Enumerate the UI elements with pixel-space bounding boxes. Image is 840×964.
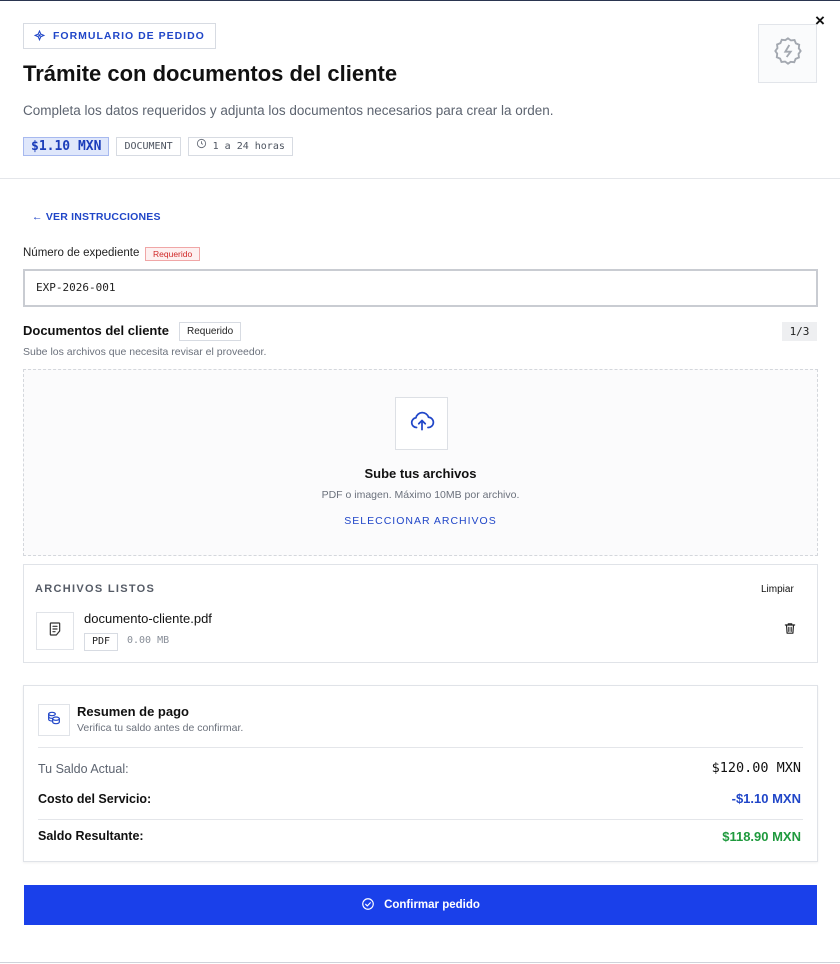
clear-files-button[interactable]: Limpiar — [761, 584, 794, 595]
service-cost-label: Costo del Servicio: — [38, 792, 152, 806]
current-balance-label: Tu Saldo Actual: — [38, 762, 129, 776]
documents-section-title: Documentos del cliente — [23, 323, 169, 338]
file-name: documento-cliente.pdf — [84, 611, 212, 626]
check-circle-icon — [361, 897, 375, 914]
current-balance-value: $120.00 MXN — [711, 760, 801, 776]
confirm-order-label: Confirmar pedido — [384, 899, 480, 911]
close-button[interactable]: × — [812, 12, 828, 30]
form-type-badge: FORMULARIO DE PEDIDO — [23, 23, 216, 49]
file-type-badge: PDF — [84, 633, 119, 651]
expediente-input[interactable]: EXP-2026-001 — [23, 269, 818, 307]
dropzone-hint: PDF o imagen. Máximo 10MB por archivo. — [321, 489, 520, 501]
form-type-label: FORMULARIO DE PEDIDO — [53, 30, 205, 42]
ready-files-card: ARCHIVOS LISTOS Limpiar documento-client… — [23, 564, 818, 663]
delete-file-button[interactable] — [782, 622, 798, 640]
page-title: Trámite con documentos del cliente — [23, 61, 398, 86]
clock-icon — [196, 138, 207, 155]
documents-subtitle: Sube los archivos que necesita revisar e… — [23, 346, 267, 358]
file-icon-tile — [36, 612, 74, 650]
select-files-button[interactable]: SELECCIONAR ARCHIVOS — [24, 515, 817, 527]
window-bottom-border — [0, 962, 840, 963]
order-form-header: FORMULARIO DE PEDIDO Trámite con documen… — [0, 0, 840, 179]
resulting-balance-label: Saldo Resultante: — [38, 829, 144, 843]
payment-icon-tile — [38, 704, 70, 736]
sparkle-icon — [33, 29, 46, 43]
service-tags: $1.10 MXN DOCUMENT 1 a 24 horas — [23, 137, 293, 156]
view-instructions-link[interactable]: ← VER INSTRUCCIONES — [32, 211, 161, 223]
expediente-required-badge: Requerido — [145, 247, 201, 261]
resulting-balance-value: $118.90 MXN — [722, 829, 801, 844]
page-description: Completa los datos requeridos y adjunta … — [23, 103, 554, 118]
payment-subtitle: Verifica tu saldo antes de confirmar. — [77, 722, 244, 734]
documents-required-badge: Requerido — [179, 322, 242, 341]
trash-icon — [783, 621, 797, 641]
dropzone-title: Sube tus archivos — [364, 466, 477, 481]
file-dropzone[interactable]: Sube tus archivos PDF o imagen. Máximo 1… — [23, 369, 818, 556]
duration-label: 1 a 24 horas — [212, 141, 285, 152]
duration-tag: 1 a 24 horas — [187, 137, 293, 156]
cloud-upload-icon — [409, 408, 435, 439]
payment-summary-card: Resumen de pago Verifica tu saldo antes … — [23, 685, 818, 862]
service-cost-value: -$1.10 MXN — [731, 791, 801, 806]
payment-divider — [38, 747, 803, 748]
payment-title: Resumen de pago — [77, 704, 189, 719]
file-text-icon — [47, 621, 63, 642]
upload-icon-tile — [395, 397, 448, 450]
expediente-label: Número de expediente — [23, 247, 140, 259]
file-size: 0.00 MB — [127, 635, 170, 646]
coins-icon — [46, 710, 62, 731]
ready-files-title: ARCHIVOS LISTOS — [35, 583, 156, 595]
confirm-order-button[interactable]: Confirmar pedido — [24, 885, 817, 925]
price-tag: $1.10 MXN — [23, 137, 110, 156]
payment-divider — [38, 819, 803, 820]
service-icon-tile — [758, 24, 817, 83]
service-type-tag: DOCUMENT — [116, 137, 181, 156]
documents-counter: 1/3 — [782, 322, 817, 341]
badge-gear-icon — [772, 35, 804, 72]
